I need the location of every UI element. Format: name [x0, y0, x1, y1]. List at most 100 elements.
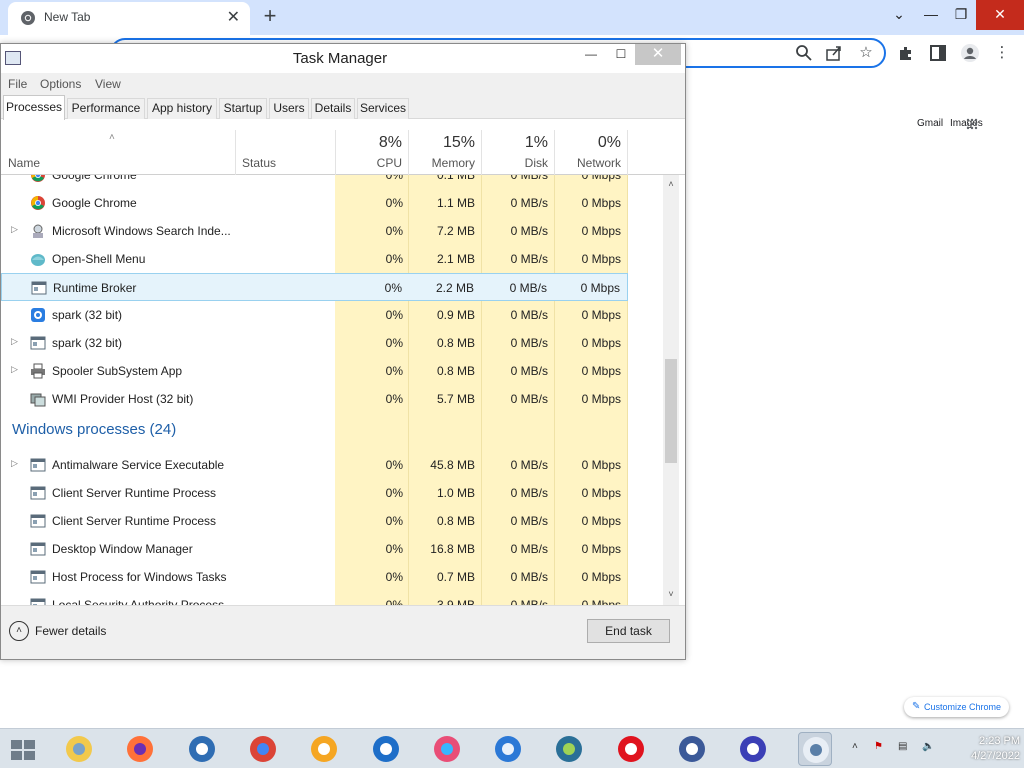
process-row[interactable]: Desktop Window Manager 0% 16.8 MB 0 MB/s 0 M…	[1, 535, 628, 563]
process-row-selected[interactable]: Runtime Broker 0% 2.2 MB 0 MB/s 0 Mbps	[1, 273, 628, 301]
expand-arrow-icon[interactable]: ▷	[11, 364, 18, 375]
window-process-icon	[30, 336, 46, 350]
globe-browser-icon[interactable]	[552, 732, 586, 766]
fewer-details-link[interactable]: Fewer details	[35, 624, 106, 638]
plus-icon[interactable]: +	[258, 4, 282, 28]
process-cpu: 0%	[385, 224, 403, 238]
process-row[interactable]: Client Server Runtime Process 0% 1.0 MB 0 M…	[1, 479, 628, 507]
tab-startup[interactable]: Startup	[219, 98, 267, 119]
process-disk: 0 MB/s	[510, 308, 548, 322]
star-icon[interactable]: ☆	[856, 43, 876, 63]
chrome-icon-glyph	[249, 736, 276, 762]
ccleaner-icon[interactable]	[491, 732, 525, 766]
windows-taskbar: ˄ ⚑ ▤ 🔈 2:23 PM 4/27/2022	[0, 728, 1024, 768]
facebook-icon[interactable]	[675, 732, 709, 766]
maximize-icon[interactable]: ❐	[944, 0, 978, 30]
file-explorer-icon[interactable]	[62, 732, 96, 766]
chrome-icon[interactable]	[246, 732, 280, 766]
close-icon[interactable]: ✕	[227, 7, 240, 27]
task-manager-titlebar[interactable]: Task Manager — ☐ ✕	[1, 44, 685, 73]
process-row[interactable]: Host Process for Windows Tasks 0% 0.7 MB 0 …	[1, 563, 628, 591]
minimize-icon[interactable]: —	[914, 0, 948, 30]
process-network: 0 Mbps	[581, 458, 621, 472]
tab-performance[interactable]: Performance	[67, 98, 145, 119]
profile-icon[interactable]	[960, 43, 980, 63]
process-cpu: 0%	[385, 458, 403, 472]
process-name: Open-Shell Menu	[52, 252, 146, 266]
chrome-logo-icon	[21, 11, 35, 25]
process-row[interactable]: ▷ Microsoft Windows Search Inde... 0% 7.2 M…	[1, 217, 628, 245]
process-row[interactable]: ▷ spark (32 bit) 0% 0.8 MB 0 MB/s 0 Mbps	[1, 329, 628, 357]
zoom-icon[interactable]	[794, 43, 814, 63]
gmail-link[interactable]: Gmail	[917, 118, 943, 129]
vertical-scrollbar[interactable]: ˄ ˅	[663, 175, 679, 605]
scroll-up-icon[interactable]: ˄	[666, 179, 676, 189]
end-task-button[interactable]: End task	[587, 619, 670, 643]
process-row[interactable]: WMI Provider Host (32 bit) 0% 5.7 MB 0 MB/s…	[1, 385, 628, 413]
process-row[interactable]: Open-Shell Menu 0% 2.1 MB 0 MB/s 0 Mbps	[1, 245, 628, 273]
process-disk: 0 MB/s	[510, 570, 548, 584]
tray-overflow-icon[interactable]: ˄	[852, 741, 858, 752]
process-row[interactable]: Local Security Authority Process 0% 3.9 MB…	[1, 591, 628, 605]
process-list: Google Chrome 0% 0.1 MB 0 MB/s 0 Mbps Google …	[1, 175, 663, 605]
process-row[interactable]: ▷ Spooler SubSystem App 0% 0.8 MB 0 MB/s 0 Mb…	[1, 357, 628, 385]
column-network[interactable]: 0% Network	[555, 120, 627, 175]
process-row[interactable]: ▷ Antimalware Service Executable 0% 45.8 MB…	[1, 451, 628, 479]
vpn-icon[interactable]	[307, 732, 341, 766]
flag-icon[interactable]: ⚑	[874, 741, 883, 752]
process-memory: 1.1 MB	[436, 196, 475, 210]
process-row[interactable]: spark (32 bit) 0% 0.9 MB 0 MB/s 0 Mbps	[1, 301, 628, 329]
share-icon[interactable]	[824, 43, 844, 63]
menu-file[interactable]: File	[8, 77, 27, 91]
tab-services[interactable]: Services	[357, 98, 409, 119]
close-icon[interactable]: ✕	[635, 44, 681, 65]
process-row[interactable]: Google Chrome 0% 0.1 MB 0 MB/s 0 Mbps	[1, 175, 628, 189]
maximize-icon[interactable]: ☐	[607, 44, 635, 65]
process-network: 0 Mbps	[581, 224, 621, 238]
windows-start-icon[interactable]	[8, 737, 38, 763]
close-icon[interactable]: ✕	[976, 0, 1024, 30]
settings-gear-icon[interactable]	[736, 732, 770, 766]
customize-chrome-button[interactable]: ✎ Customize Chrome	[904, 697, 1010, 717]
column-cpu[interactable]: 8% CPU	[336, 120, 408, 175]
menu-options[interactable]: Options	[40, 77, 81, 91]
arc-browser-icon[interactable]	[185, 732, 219, 766]
tab-users[interactable]: Users	[269, 98, 309, 119]
opera-icon[interactable]	[614, 732, 648, 766]
column-memory[interactable]: 15% Memory	[409, 120, 481, 175]
scroll-thumb[interactable]	[665, 359, 677, 463]
minimize-icon[interactable]: —	[577, 44, 605, 65]
chevron-up-circle-icon[interactable]: ˄	[9, 621, 29, 641]
tab-app-history[interactable]: App history	[147, 98, 217, 119]
column-name-label: Name	[8, 156, 41, 170]
tab-processes[interactable]: Processes	[3, 95, 65, 120]
volume-icon[interactable]: 🔈	[922, 741, 934, 752]
process-disk: 0 MB/s	[510, 224, 548, 238]
firefox-icon[interactable]	[123, 732, 157, 766]
process-row[interactable]: Client Server Runtime Process 0% 0.8 MB 0 M…	[1, 507, 628, 535]
sidepanel-icon[interactable]	[928, 43, 948, 63]
kebab-icon[interactable]: ⋮	[992, 43, 1012, 63]
scroll-down-icon[interactable]: ˅	[666, 589, 676, 599]
color-picker-icon[interactable]	[430, 732, 464, 766]
network-icon[interactable]: ▤	[898, 741, 907, 752]
expand-arrow-icon[interactable]: ▷	[11, 336, 18, 347]
expand-arrow-icon[interactable]: ▷	[11, 458, 18, 469]
column-disk[interactable]: 1% Disk	[482, 120, 554, 175]
chrome-tab-new-tab[interactable]: New Tab ✕	[8, 2, 250, 35]
tab-details[interactable]: Details	[311, 98, 355, 119]
taskbar-clock[interactable]: 2:23 PM 4/27/2022	[940, 734, 1020, 764]
column-name[interactable]: Name	[1, 120, 235, 175]
maxthon-icon[interactable]	[369, 732, 403, 766]
puzzle-icon[interactable]	[896, 43, 916, 63]
process-row[interactable]: Google Chrome 0% 1.1 MB 0 MB/s 0 Mbps	[1, 189, 628, 217]
task-manager-icon[interactable]	[797, 732, 832, 766]
apps-icon[interactable]	[966, 118, 978, 130]
column-cpu-label: CPU	[376, 156, 402, 170]
menu-view[interactable]: View	[95, 77, 121, 91]
process-memory: 0.1 MB	[436, 175, 475, 182]
column-status[interactable]: Status	[236, 120, 335, 175]
chevron-down-icon[interactable]: ⌄	[882, 0, 916, 30]
network-total: 0%	[597, 134, 621, 151]
expand-arrow-icon[interactable]: ▷	[11, 224, 18, 235]
